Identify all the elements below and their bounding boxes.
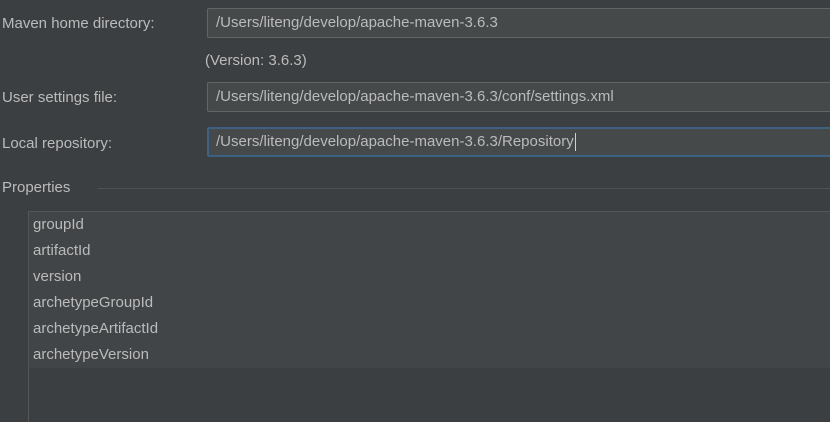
properties-table[interactable]: groupId artifactId version archetypeGrou… — [28, 211, 830, 422]
property-name: archetypeArtifactId — [33, 320, 159, 337]
property-row[interactable]: version — [29, 264, 830, 290]
property-row[interactable]: artifactId — [29, 238, 830, 264]
local-repository-field[interactable]: /Users/liteng/develop/apache-maven-3.6.3… — [207, 127, 830, 157]
section-divider — [98, 188, 830, 189]
local-repository-value: /Users/liteng/develop/apache-maven-3.6.3… — [216, 133, 574, 150]
local-repository-label: Local repository: — [2, 135, 113, 152]
property-row[interactable]: archetypeVersion — [29, 342, 830, 368]
property-name: archetypeGroupId — [33, 294, 154, 311]
maven-home-label: Maven home directory: — [2, 15, 155, 32]
property-name: groupId — [33, 216, 84, 233]
maven-version-note: (Version: 3.6.3) — [205, 52, 307, 69]
properties-section-title: Properties — [2, 179, 71, 196]
maven-home-field[interactable]: /Users/liteng/develop/apache-maven-3.6.3 — [207, 8, 830, 38]
property-row[interactable]: archetypeGroupId — [29, 290, 830, 316]
user-settings-field[interactable]: /Users/liteng/develop/apache-maven-3.6.3… — [207, 82, 830, 112]
maven-settings-panel: Maven home directory: /Users/liteng/deve… — [0, 0, 830, 422]
text-caret — [574, 133, 576, 152]
property-row[interactable]: archetypeArtifactId — [29, 316, 830, 342]
property-name: version — [33, 268, 82, 285]
property-row[interactable]: groupId — [29, 212, 830, 238]
user-settings-label: User settings file: — [2, 89, 118, 106]
property-name: archetypeVersion — [33, 346, 149, 363]
property-name: artifactId — [33, 242, 91, 259]
